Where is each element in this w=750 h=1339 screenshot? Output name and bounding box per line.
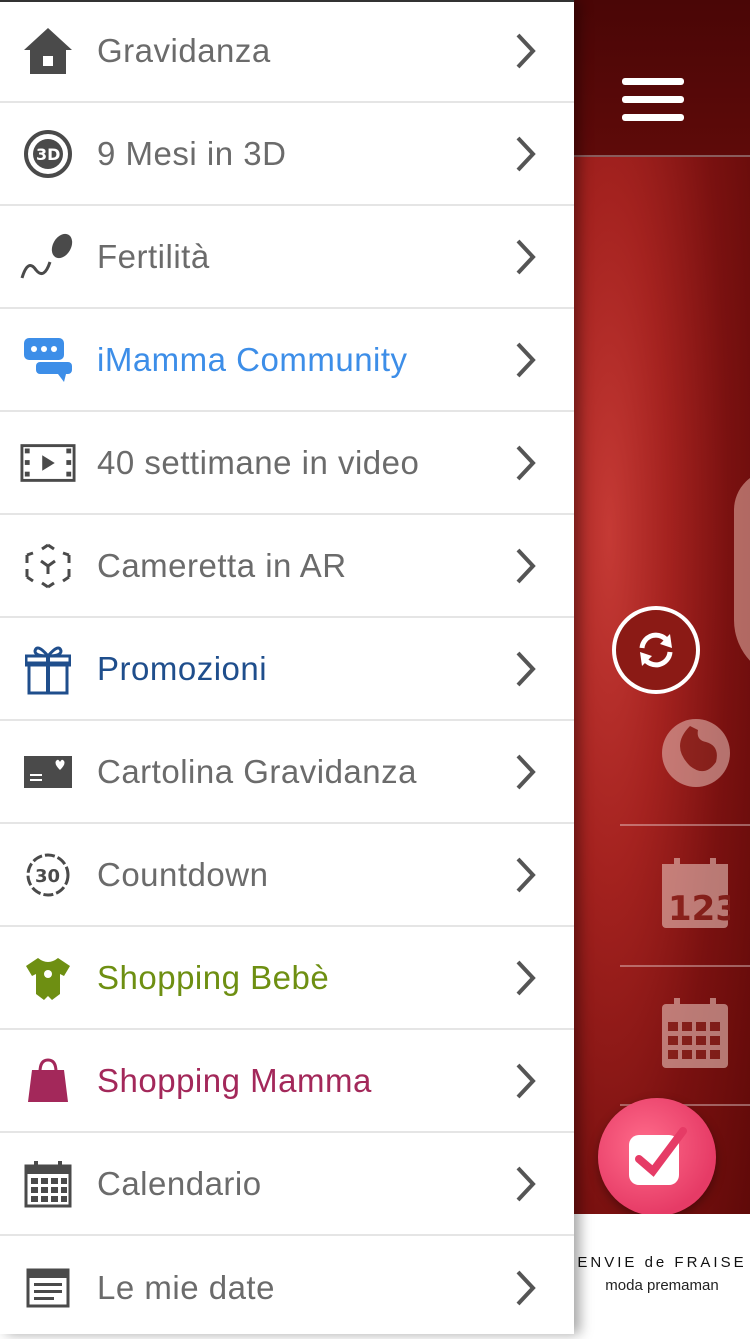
menu-item-gravidanza[interactable]: Gravidanza bbox=[0, 0, 574, 103]
menu-item-label: Le mie date bbox=[97, 1268, 275, 1306]
shopping-bag-icon bbox=[20, 1053, 76, 1109]
brand-tagline: moda premaman bbox=[605, 1277, 719, 1294]
chevron-right-icon bbox=[516, 33, 536, 68]
menu-item-label: Countdown bbox=[97, 855, 269, 893]
calendar-icon bbox=[20, 1156, 76, 1212]
menu-item-9-mesi-3d[interactable]: 3D 9 Mesi in 3D bbox=[0, 103, 574, 206]
list-icon bbox=[20, 1260, 76, 1316]
menu-item-label: Shopping Bebè bbox=[97, 958, 330, 996]
chevron-right-icon bbox=[516, 857, 536, 892]
menu-item-le-mie-date[interactable]: Le mie date bbox=[0, 1236, 574, 1339]
chevron-right-icon bbox=[516, 445, 536, 480]
baby-bodysuit-icon bbox=[20, 950, 76, 1006]
film-icon bbox=[20, 435, 76, 491]
menu-item-label: 9 Mesi in 3D bbox=[97, 134, 287, 172]
home-icon bbox=[20, 23, 76, 79]
chevron-right-icon bbox=[516, 239, 536, 274]
menu-item-label: Fertilità bbox=[97, 237, 210, 275]
menu-item-fertilita[interactable]: Fertilità bbox=[0, 206, 574, 309]
refresh-icon bbox=[639, 632, 673, 668]
brand-name: ENVIE de FRAISE bbox=[577, 1254, 747, 1271]
menu-item-promozioni[interactable]: Promozioni bbox=[0, 618, 574, 721]
menu-item-label: iMamma Community bbox=[97, 340, 408, 378]
svg-text:123: 123 bbox=[668, 889, 730, 929]
divider bbox=[620, 824, 750, 826]
menu-item-label: Calendario bbox=[97, 1164, 262, 1202]
chevron-right-icon bbox=[516, 960, 536, 995]
3d-icon: 3D bbox=[20, 126, 76, 182]
chevron-right-icon bbox=[516, 548, 536, 583]
gift-icon bbox=[20, 641, 76, 697]
chevron-right-icon bbox=[516, 651, 536, 686]
svg-text:30: 30 bbox=[35, 866, 60, 887]
menu-item-shopping-bebe[interactable]: Shopping Bebè bbox=[0, 927, 574, 1030]
menu-item-label: Cameretta in AR bbox=[97, 546, 347, 584]
background-image bbox=[734, 470, 750, 680]
postcard-icon bbox=[20, 744, 76, 800]
menu-item-label: 40 settimane in video bbox=[97, 443, 420, 481]
brand-banner[interactable]: ENVIE de FRAISE moda premaman bbox=[574, 1214, 750, 1334]
side-menu: Gravidanza 3D 9 Mesi in 3D Fertilità iMa… bbox=[0, 0, 574, 1334]
top-bar bbox=[574, 0, 750, 157]
chevron-right-icon bbox=[516, 1270, 536, 1305]
menu-item-label: Cartolina Gravidanza bbox=[97, 752, 417, 790]
chevron-right-icon bbox=[516, 1166, 536, 1201]
chevron-right-icon bbox=[516, 342, 536, 377]
chevron-right-icon bbox=[516, 754, 536, 789]
ar-cube-icon bbox=[20, 538, 76, 594]
chevron-right-icon bbox=[516, 1063, 536, 1098]
svg-text:3D: 3D bbox=[36, 145, 60, 164]
menu-item-cartolina-gravidanza[interactable]: Cartolina Gravidanza bbox=[0, 721, 574, 824]
hamburger-menu-icon[interactable] bbox=[622, 78, 684, 122]
menu-item-label: Gravidanza bbox=[97, 31, 271, 69]
menu-item-calendario[interactable]: Calendario bbox=[0, 1133, 574, 1236]
calendar-123-icon[interactable]: 123 bbox=[660, 856, 730, 930]
chevron-right-icon bbox=[516, 136, 536, 171]
checklist-fab-button[interactable] bbox=[598, 1098, 716, 1216]
menu-item-label: Promozioni bbox=[97, 649, 268, 687]
divider bbox=[620, 965, 750, 967]
checkbox-icon bbox=[629, 1127, 687, 1185]
countdown-icon: 30 bbox=[20, 847, 76, 903]
sperm-icon bbox=[20, 229, 76, 285]
top-divider bbox=[0, 0, 574, 2]
menu-item-40-settimane-video[interactable]: 40 settimane in video bbox=[0, 412, 574, 515]
menu-item-imamma-community[interactable]: iMamma Community bbox=[0, 309, 574, 412]
menu-item-countdown[interactable]: 30 Countdown bbox=[0, 824, 574, 927]
calendar-grid-icon[interactable] bbox=[660, 996, 730, 1070]
menu-item-cameretta-ar[interactable]: Cameretta in AR bbox=[0, 515, 574, 618]
menu-item-label: Shopping Mamma bbox=[97, 1061, 372, 1099]
refresh-button[interactable] bbox=[612, 606, 700, 694]
chat-icon bbox=[20, 332, 76, 388]
menu-item-shopping-mamma[interactable]: Shopping Mamma bbox=[0, 1030, 574, 1133]
pregnant-icon[interactable] bbox=[660, 716, 732, 790]
